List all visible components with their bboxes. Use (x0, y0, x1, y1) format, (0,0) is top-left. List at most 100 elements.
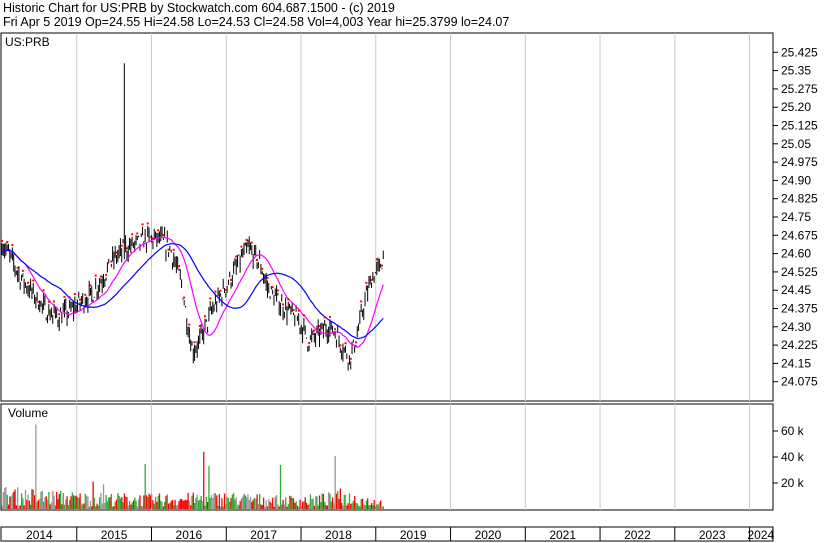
price-dot (58, 313, 61, 316)
price-tick-label: 24.225 (781, 338, 818, 352)
volume-bar (114, 501, 116, 509)
price-dot (32, 279, 35, 282)
volume-bar (243, 493, 245, 509)
price-dot (141, 223, 144, 226)
volume-bar (238, 505, 240, 509)
volume-bar (210, 494, 213, 509)
volume-bar (260, 504, 262, 509)
volume-bar (294, 503, 296, 509)
volume-bar (256, 494, 258, 509)
volume-bar (135, 500, 137, 509)
volume-bar (282, 499, 284, 509)
volume-bar (328, 492, 330, 509)
volume-bar (377, 504, 379, 509)
volume-bar (272, 497, 274, 509)
volume-bar (187, 492, 189, 509)
volume-bar (164, 501, 166, 509)
volume-bar (197, 500, 200, 509)
volume-bar (156, 501, 158, 509)
price-dot (344, 342, 347, 345)
volume-bar (144, 464, 146, 509)
price-dot (47, 300, 50, 303)
price-tick-label: 25.05 (781, 137, 811, 151)
price-dot (198, 325, 201, 328)
price-dot (6, 241, 9, 244)
volume-bar (278, 506, 280, 509)
volume-bar (44, 496, 46, 509)
volume-bar (201, 501, 204, 509)
price-dot (219, 289, 222, 292)
volume-bar (141, 506, 144, 509)
volume-bar (63, 504, 66, 509)
volume-bar (143, 495, 145, 509)
year-label: 2024 (747, 528, 774, 542)
price-dot (271, 286, 274, 289)
symbol-label: US:PRB (5, 35, 50, 49)
volume-bar (79, 493, 81, 509)
price-tick-label: 24.825 (781, 192, 818, 206)
year-label: 2020 (475, 528, 502, 542)
volume-bar (15, 505, 18, 509)
volume-bar (57, 499, 59, 509)
volume-bar (13, 491, 15, 509)
volume-bar (132, 500, 135, 509)
volume-bar (281, 504, 283, 509)
volume-bar (236, 504, 239, 509)
volume-bar (54, 505, 57, 509)
volume-bar (56, 491, 58, 509)
volume-bar (69, 499, 71, 509)
volume-bar (53, 495, 55, 509)
volume-bar (14, 489, 16, 509)
price-dot (354, 341, 357, 344)
volume-bar (314, 496, 317, 509)
volume-bar (300, 506, 302, 509)
volume-bar (148, 493, 150, 509)
volume-bar (11, 493, 14, 509)
volume-bar (108, 497, 110, 509)
volume-bar (125, 496, 127, 509)
volume-bar (372, 505, 374, 509)
price-dot (380, 264, 383, 267)
price-dot (1, 239, 3, 242)
volume-bar (220, 506, 222, 509)
volume-bar (212, 497, 214, 509)
volume-bar (182, 500, 184, 509)
volume-bar (255, 498, 257, 509)
volume-bar (299, 499, 301, 509)
price-dot (282, 303, 285, 306)
volume-bar (152, 500, 154, 509)
volume-bar (381, 507, 383, 509)
volume-bar (171, 499, 174, 509)
volume-bar (126, 496, 128, 509)
volume-bar (179, 499, 181, 509)
volume-bar (23, 505, 25, 509)
volume-bar (338, 498, 340, 509)
volume-bar (26, 499, 28, 509)
volume-bar (296, 505, 299, 509)
volume-bar (335, 493, 338, 509)
volume-bar (134, 497, 136, 509)
volume-bar (153, 503, 155, 509)
volume-bar (199, 499, 201, 509)
volume-bar (357, 505, 360, 509)
volume-bar (253, 497, 256, 509)
volume-bar (174, 499, 176, 509)
volume-bar (183, 500, 185, 509)
volume-bar (147, 496, 149, 509)
year-label: 2015 (101, 528, 128, 542)
volume-bar (367, 498, 369, 509)
price-tick-label: 25.20 (781, 100, 811, 114)
price-dot (349, 357, 352, 360)
price-dot (151, 237, 154, 240)
volume-bar (200, 495, 202, 509)
volume-bar (244, 495, 247, 509)
volume-bar (145, 495, 148, 509)
volume-bar (39, 498, 41, 509)
volume-bar (368, 505, 370, 509)
volume-bar (246, 496, 248, 509)
volume-bar (356, 503, 358, 509)
year-label: 2023 (699, 528, 726, 542)
historic-chart: 2014 2015 2016 2017 2018 2019 2020 2021 2022 2023… (0, 32, 818, 542)
volume-bar (101, 503, 103, 509)
volume-bar (80, 503, 83, 509)
